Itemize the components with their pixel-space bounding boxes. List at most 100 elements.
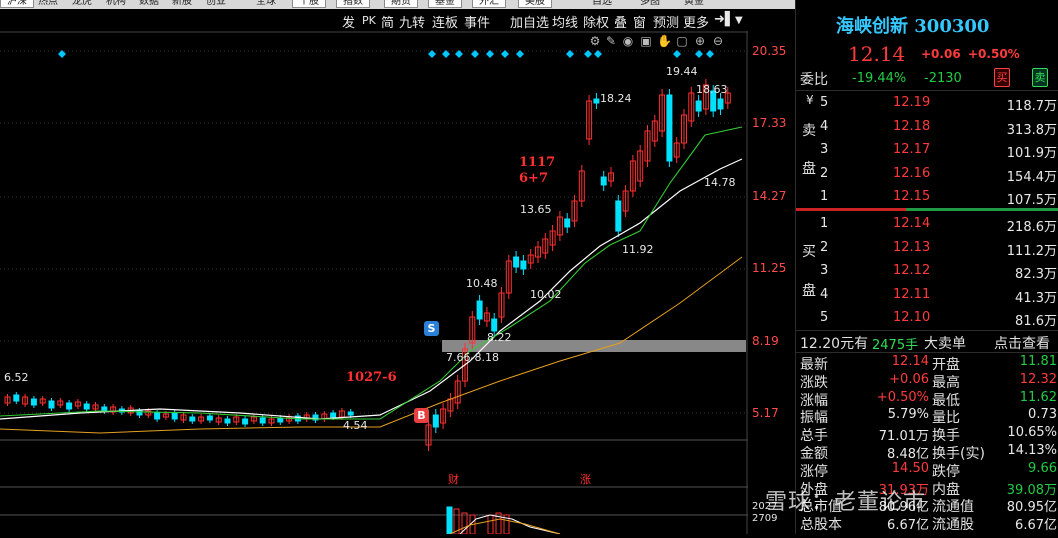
tab-13[interactable]: 美股 (518, 0, 552, 8)
tab-2[interactable]: 龙虎 (72, 0, 92, 7)
price-callout: 13.65 (520, 203, 552, 216)
annotation-label: 1027-6 (346, 370, 397, 385)
volume-bar (446, 506, 453, 535)
bid-volume: 111.2万 (1006, 243, 1057, 259)
zoom-out-icon[interactable]: ⊖ (711, 34, 725, 48)
expand-icon[interactable]: ➜▌ (714, 12, 735, 27)
price-callout: 14.78 (704, 176, 736, 189)
toolbar-item-12[interactable]: 更多 (683, 12, 709, 31)
stat-v: 31.93万 (878, 482, 929, 498)
pen-icon[interactable]: ✎ (604, 34, 618, 48)
volume-axis-label: 2027 (752, 501, 778, 512)
stock-price: 12.14 (848, 42, 906, 66)
y-axis-label: 20.35 (752, 44, 787, 58)
kline-svg[interactable] (0, 31, 795, 535)
eye-icon[interactable]: ◉ (621, 34, 635, 48)
kline-chart[interactable]: 20.35 17.33 14.27 11.25 8.19 5.17 19.44 18.63 18… (0, 31, 795, 535)
bid-bar (906, 208, 1058, 211)
toolbar-item-9[interactable]: 叠 (614, 12, 627, 31)
ask-price: 12.19 (893, 95, 931, 110)
tab-12[interactable]: 外汇 (472, 0, 506, 8)
price-callout: 8.22 (487, 331, 512, 344)
stat-v: 12.14 (891, 354, 929, 369)
stat-v2: 6.67亿 (1015, 518, 1057, 534)
tab-11[interactable]: 基金 (428, 0, 462, 8)
toolbar-item-1[interactable]: PK (362, 14, 376, 27)
big-order-link[interactable]: 点击查看 (994, 333, 1050, 353)
settings-icon[interactable]: ⚙ (588, 34, 602, 48)
toolbar-item-8[interactable]: 除权 (583, 12, 609, 31)
stat-l: 总股本 (800, 517, 842, 534)
ask-level: 5 (820, 95, 829, 110)
price-callout: 10.48 (466, 277, 498, 290)
candle-body (154, 412, 161, 420)
tab-9[interactable]: 指数 (336, 0, 370, 8)
stat-v2: 39.08万 (1006, 482, 1057, 498)
ask-volume: 154.4万 (1006, 169, 1057, 185)
tab-14[interactable]: 自选 (592, 0, 612, 7)
bid-volume: 218.6万 (1006, 220, 1057, 235)
buy-signal-marker[interactable]: B (414, 408, 429, 423)
stat-v: 5.79% (887, 407, 929, 423)
tab-4[interactable]: 数据 (139, 0, 159, 7)
price-callout: 11.92 (622, 243, 654, 256)
stat-v2: 80.95亿 (1006, 500, 1057, 516)
tab-5[interactable]: 新股 (172, 0, 192, 7)
stat-v2: 0.73 (1028, 407, 1057, 423)
stock-change: +0.06 (921, 47, 961, 61)
toolbar-item-10[interactable]: 窗 (633, 12, 646, 31)
buy-side-label-1: 买 (802, 244, 816, 260)
price-callout: 6.52 (4, 371, 29, 384)
annotation-label: 1117 (519, 155, 556, 170)
candle-body (666, 94, 673, 162)
signal-diamond (516, 50, 524, 58)
sell-button[interactable]: 卖 (1032, 68, 1048, 87)
bid-price: 12.10 (893, 310, 931, 325)
tab-10[interactable]: 期货 (384, 0, 418, 8)
hand-icon[interactable]: ✋ (657, 34, 672, 48)
stat-v: 71.01万 (878, 429, 929, 445)
sell-signal-marker[interactable]: S (424, 321, 439, 336)
fit-icon[interactable]: ▢ (675, 34, 689, 48)
tab-7[interactable]: 全球 (256, 0, 276, 7)
toolbar-item-7[interactable]: 均线 (552, 12, 578, 31)
buy-button[interactable]: 买 (994, 68, 1010, 87)
candle-body (206, 415, 213, 421)
ask-level: 2 (820, 165, 829, 181)
big-order-hands: 2475手 (872, 338, 919, 353)
dropdown-icon[interactable]: ▼ (735, 15, 743, 26)
ask-level: 4 (820, 118, 829, 134)
toolbar-item-2[interactable]: 简 (381, 12, 394, 31)
candle-body (30, 398, 37, 406)
tab-15[interactable]: 多图 (640, 0, 660, 7)
tab-0[interactable]: 沪深 (0, 0, 34, 8)
bid-level: 2 (820, 239, 829, 255)
wei-bi-value: -19.44% (852, 71, 907, 86)
ask-price: 12.15 (893, 189, 931, 204)
toolbar-item-0[interactable]: 发 (342, 12, 355, 31)
top-tab-strip: 沪深 热点 龙虎 机构 数据 新股 创业 全球 个股 指数 期货 基金 外汇 美股 自选 多图 黄金 (0, 0, 795, 9)
tab-8[interactable]: 个股 (292, 0, 326, 8)
zoom-in-icon[interactable]: ⊕ (693, 34, 707, 48)
sell-side-label-1: 卖 (802, 123, 816, 139)
toolbar-item-11[interactable]: 预测 (653, 12, 679, 31)
camera-icon[interactable]: ▣ (639, 34, 653, 48)
y-axis-label: 14.27 (752, 189, 787, 203)
stat-l2: 流通股 (932, 517, 974, 534)
ask-price: 12.16 (893, 165, 931, 181)
toolbar-item-4[interactable]: 连板 (432, 12, 458, 31)
event-flag-rise: 涨 (580, 473, 591, 486)
tab-1[interactable]: 热点 (38, 0, 58, 7)
toolbar-item-5[interactable]: 事件 (464, 12, 490, 31)
candle-body (330, 412, 337, 418)
stat-v: 80.96亿 (878, 500, 929, 516)
bid-level: 3 (820, 263, 829, 278)
quote-panel: 海峡创新 300300 12.14 +0.06 +0.50% 委比 -19.44… (795, 0, 1058, 534)
candle-body (83, 403, 90, 410)
tab-3[interactable]: 机构 (106, 0, 126, 7)
toolbar-item-6[interactable]: 加自选 (510, 12, 549, 31)
tab-16[interactable]: 黄金 (684, 0, 704, 7)
candle-body (432, 414, 439, 428)
toolbar-item-3[interactable]: 九转 (399, 12, 425, 31)
tab-6[interactable]: 创业 (206, 0, 226, 7)
